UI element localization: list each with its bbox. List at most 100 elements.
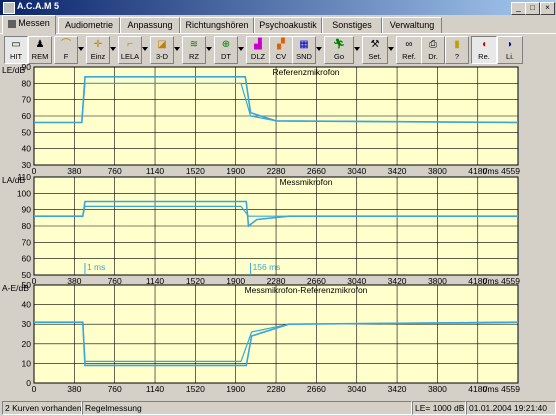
step-icon: ⌐ (127, 39, 133, 50)
rz-button[interactable]: ≋ RZ (182, 36, 206, 64)
rz-dropdown[interactable] (206, 47, 212, 51)
status-datetime: 01.01.2004 19:21:40 (466, 401, 556, 415)
set-dropdown[interactable] (388, 47, 394, 51)
y-tick-label: 80 (22, 78, 32, 88)
tab-sonstiges[interactable]: Sonstiges (322, 17, 382, 34)
x-tick-label: 3800 (428, 166, 447, 176)
toolbar: ▭ HIT ♟ REM ⌒ F ✛ Einz ⌐ LELA ◪ 3-D ≋ RZ ⊕ DT ▟ D… (0, 33, 556, 64)
y-tick-label: 40 (22, 144, 32, 154)
snd-button[interactable]: ▦ SND (292, 36, 316, 64)
dt-dropdown[interactable] (238, 47, 244, 51)
x-tick-label: 1520 (186, 166, 205, 176)
x-tick-label: 3040 (347, 384, 366, 393)
hit-button[interactable]: ▭ HIT (4, 36, 28, 64)
y-tick-label: 50 (22, 270, 32, 280)
right-ear-icon: ◖ (480, 39, 488, 50)
y-tick-label: 60 (22, 111, 32, 121)
x-tick-label: 2660 (307, 166, 326, 176)
crosshair-icon: ✛ (93, 39, 103, 50)
x-tick-label: 3420 (388, 384, 407, 393)
window-title: A.C.A.M 5 (17, 1, 60, 11)
y-tick-label: 20 (22, 339, 32, 349)
help-button[interactable]: ▮? (445, 36, 469, 64)
rz-icon: ≋ (189, 39, 199, 50)
go-button[interactable]: 🏃︎ Go (324, 36, 354, 64)
hit-icon: ▭ (11, 39, 21, 50)
time-annotation: 1 ms (87, 262, 105, 272)
minimize-button[interactable]: _ (511, 2, 526, 15)
x-tick-label: 2280 (267, 384, 286, 393)
dlz-button[interactable]: ▟ DLZ (246, 36, 270, 64)
y-tick-label: 40 (22, 300, 32, 310)
x-tick-label: t/ms 4559 (483, 384, 521, 393)
ref-button[interactable]: ∞ Ref. (396, 36, 422, 64)
dlz-icon: ▟ (254, 39, 262, 50)
y-tick-label: 30 (22, 319, 32, 329)
y-axis-label: LE/dB (2, 65, 25, 75)
chart-area: 90 80 70 60 50 40 30 0 380 760 1140 1520 1900 2280 266… (0, 62, 556, 394)
y-tick-label: 90 (22, 205, 32, 215)
x-tick-label: 760 (108, 384, 122, 393)
einz-dropdown[interactable] (110, 47, 116, 51)
x-tick-label: 1140 (146, 384, 165, 393)
x-tick-label: 3420 (388, 166, 407, 176)
x-tick-label: 380 (67, 166, 81, 176)
x-tick-label: 3040 (347, 166, 366, 176)
status-bar: 2 Kurven vorhanden Regelmessung LE= 1000… (0, 399, 556, 416)
tab-messen[interactable]: Messen (2, 15, 56, 35)
snd-dropdown[interactable] (316, 47, 322, 51)
snd-icon: ▦ (299, 39, 309, 50)
rem-icon: ♟ (35, 39, 45, 50)
x-tick-label: 2660 (307, 384, 326, 393)
panel-title: Referenzmikrofon (272, 67, 339, 77)
go-dropdown[interactable] (354, 47, 360, 51)
status-mode: Regelmessung (82, 401, 412, 415)
right-ear-button[interactable]: ◖ Re. (471, 36, 497, 64)
einz-button[interactable]: ✛ Einz (86, 36, 110, 64)
y-tick-label: 70 (22, 95, 32, 105)
x-tick-label: 1900 (226, 384, 245, 393)
print-button[interactable]: ⎙ Dr. (421, 36, 445, 64)
3d-button[interactable]: ◪ 3-D (150, 36, 174, 64)
f-dropdown[interactable] (78, 47, 84, 51)
curve-icon: ⌒ (61, 39, 71, 50)
left-ear-icon: ◗ (506, 39, 514, 50)
title-bar: A.C.A.M 5 _ □ × (0, 0, 556, 15)
cv-button[interactable]: ▞ CV (269, 36, 293, 64)
y-tick-label: 80 (22, 221, 32, 231)
maximize-button[interactable]: □ (525, 2, 540, 15)
charts-svg: 908070605040300 380 760 1140 1520 1900 2280 266… (2, 62, 521, 394)
y-tick-label: 30 (22, 160, 32, 170)
rem-button[interactable]: ♟ REM (28, 36, 52, 64)
status-curves: 2 Kurven vorhanden (2, 401, 82, 415)
x-tick-label: 0 (32, 166, 37, 176)
x-tick-label: 380 (67, 384, 81, 393)
tab-audiometrie[interactable]: Audiometrie (58, 17, 120, 34)
y-tick-label: 100 (17, 188, 31, 198)
y-tick-label: 50 (22, 127, 32, 137)
tools-icon: ⚒ (370, 39, 380, 50)
close-button[interactable]: × (540, 2, 555, 15)
app-icon (3, 2, 15, 14)
x-tick-label: t/ms 4559 (483, 166, 521, 176)
status-le: LE= 1000 dB (412, 401, 466, 415)
panel-title: Messmikrofon (280, 177, 333, 187)
cv-icon: ▞ (277, 39, 285, 50)
y-tick-label: 70 (22, 237, 32, 247)
dt-button[interactable]: ⊕ DT (214, 36, 238, 64)
3d-dropdown[interactable] (174, 47, 180, 51)
x-tick-label: 760 (108, 166, 122, 176)
time-annotation: 156 ms (253, 262, 281, 272)
glasses-icon: ∞ (405, 39, 413, 50)
tab-psychoakustik[interactable]: Psychoakustik (254, 17, 322, 34)
lela-button[interactable]: ⌐ LELA (118, 36, 142, 64)
left-ear-button[interactable]: ◗ Li. (497, 36, 523, 64)
lela-dropdown[interactable] (142, 47, 148, 51)
tab-richtungshoeren[interactable]: Richtungshören (180, 17, 254, 34)
f-button[interactable]: ⌒ F (54, 36, 78, 64)
set-button[interactable]: ⚒ Set. (362, 36, 388, 64)
tab-verwaltung[interactable]: Verwaltung (382, 17, 442, 34)
tab-anpassung[interactable]: Anpassung (120, 17, 180, 34)
y-tick-label: 0 (26, 378, 31, 388)
x-tick-label: 1900 (226, 166, 245, 176)
